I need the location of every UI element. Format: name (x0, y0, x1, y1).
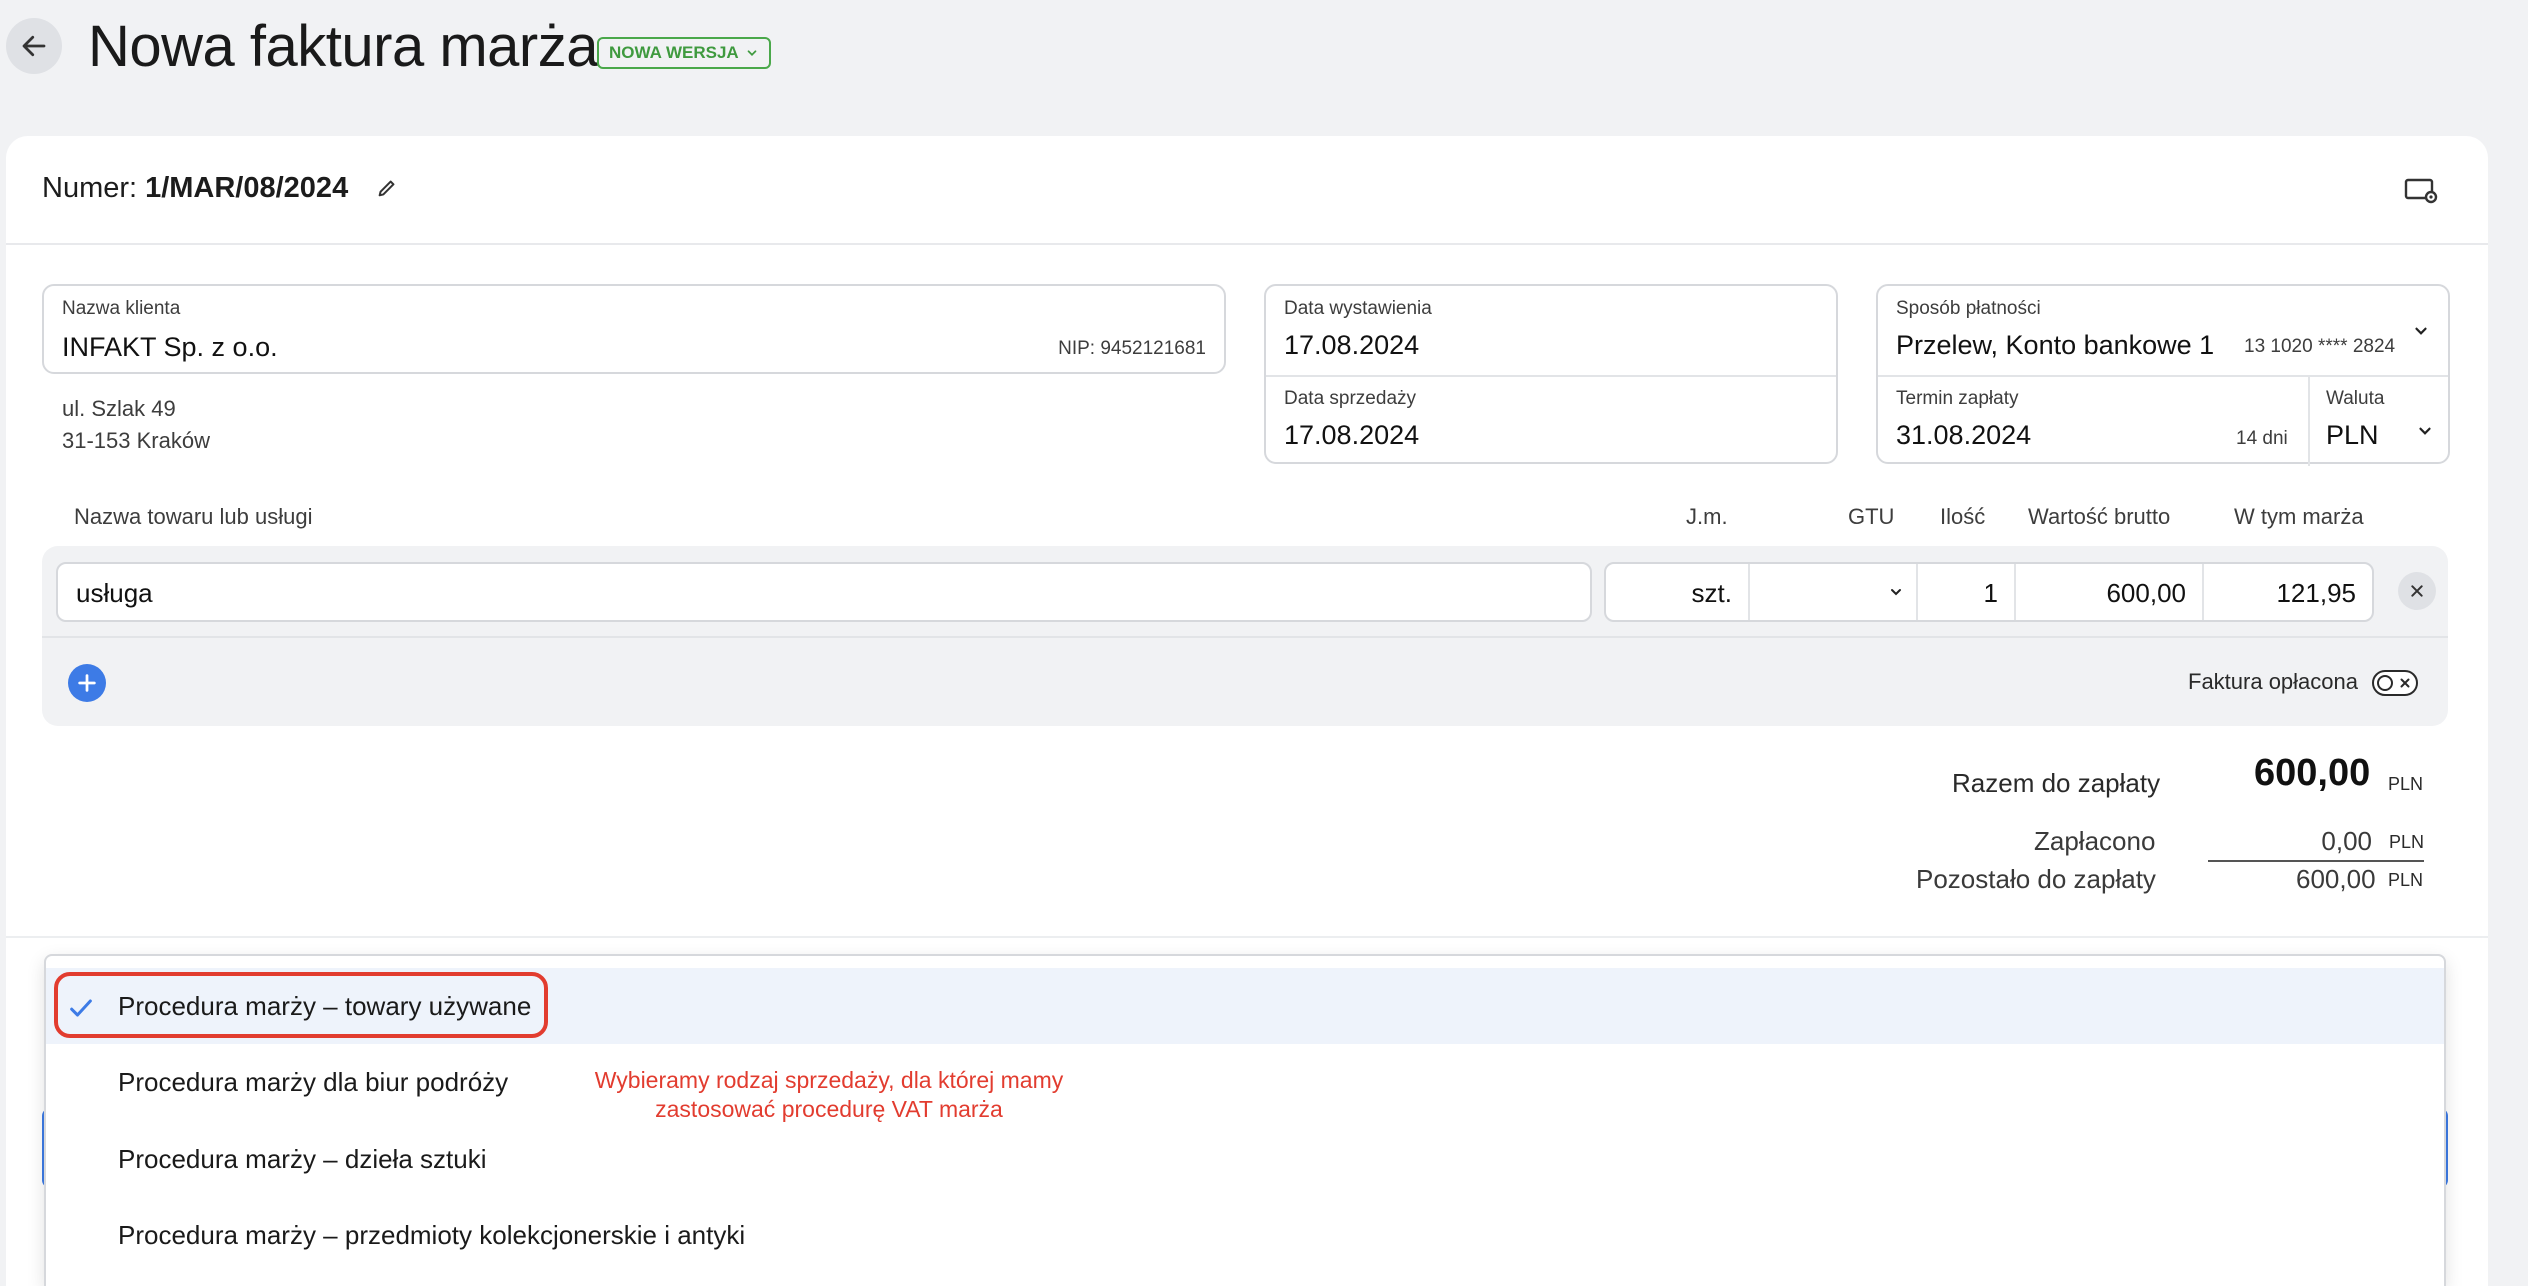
due-date-value: 31.08.2024 (1896, 420, 2032, 450)
annotation-text: Wybieramy rodzaj sprzedaży, dla której m… (514, 1066, 1144, 1124)
col-header-qty: Ilość (1940, 504, 1986, 529)
issue-date-value: 17.08.2024 (1284, 330, 1420, 360)
version-badge-label: NOWA WERSJA (609, 43, 739, 62)
paid-value: 0,00 (2321, 826, 2372, 856)
page-title: Nowa faktura marża (88, 14, 598, 79)
item-gross-input[interactable]: 600,00 (2016, 564, 2202, 620)
payment-method-select[interactable]: Sposób płatności Przelew, Konto bankowe … (1878, 286, 2448, 376)
due-date-field[interactable]: Termin zapłaty 31.08.2024 14 dni (1878, 376, 2308, 466)
items-divider (42, 636, 2448, 638)
sale-date-label: Data sprzedaży (1284, 388, 1417, 409)
col-header-unit: J.m. (1686, 504, 1728, 529)
plus-icon (78, 674, 96, 692)
annotation-line2: zastosować procedurę VAT marża (655, 1096, 1003, 1122)
item-qty-value: 1 (1983, 578, 1998, 608)
remove-item-button[interactable] (2398, 572, 2436, 610)
currency-label: Waluta (2326, 388, 2385, 409)
header-divider (6, 243, 2488, 245)
highlight-outline (54, 972, 548, 1038)
remaining-currency: PLN (2388, 870, 2424, 890)
view-settings-button[interactable] (2404, 176, 2440, 213)
due-date-label: Termin zapłaty (1896, 388, 2019, 409)
bank-account: 13 1020 **** 2824 (2244, 336, 2396, 357)
sale-date-field[interactable]: Data sprzedaży 17.08.2024 (1266, 376, 1836, 466)
client-field[interactable]: Nazwa klienta INFAKT Sp. z o.o. NIP: 945… (42, 284, 1226, 374)
paid-toggle-label: Faktura opłacona (2188, 669, 2358, 694)
dates-box: Data wystawienia 17.08.2024 Data sprzeda… (1264, 284, 1838, 464)
procedure-option-label: Procedura marży dla biur podróży (118, 1066, 509, 1097)
toggle-knob (2377, 675, 2393, 691)
remaining-value: 600,00 (2296, 864, 2376, 894)
payment-box: Sposób płatności Przelew, Konto bankowe … (1876, 284, 2450, 466)
item-unit-input[interactable]: szt. (1606, 564, 1748, 620)
payment-method-value: Przelew, Konto bankowe 1 (1896, 330, 2215, 360)
client-address-line2: 31-153 Kraków (62, 428, 210, 453)
item-gross-value: 600,00 (2106, 578, 2186, 608)
procedure-option-label: Procedura marży – przedmioty kolekcjoner… (118, 1219, 746, 1250)
chevron-down-icon (1891, 589, 1901, 596)
client-label: Nazwa klienta (62, 298, 181, 319)
remaining-label: Pozostało do zapłaty (1916, 864, 2156, 894)
col-header-name: Nazwa towaru lub usługi (74, 504, 313, 529)
client-nip: NIP: 9452121681 (1058, 338, 1206, 359)
item-values-group: szt. 1 600,00 121,95 (1604, 562, 2374, 622)
item-margin-input[interactable]: 121,95 (2204, 564, 2372, 620)
close-icon (2400, 678, 2410, 688)
currency-value: PLN (2326, 420, 2379, 450)
client-name: INFAKT Sp. z o.o. (62, 332, 278, 362)
invoice-number-row: Numer: 1/MAR/08/2024 (42, 168, 398, 208)
item-gtu-select[interactable] (1750, 564, 1916, 620)
sale-date-value: 17.08.2024 (1284, 420, 1420, 450)
paid-currency: PLN (2388, 832, 2424, 852)
close-icon (2411, 585, 2423, 597)
item-margin-value: 121,95 (2276, 578, 2356, 608)
total-label: Razem do zapłaty (1952, 768, 2161, 798)
display-settings-icon (2404, 178, 2438, 204)
chevron-down-icon (2415, 327, 2427, 335)
item-unit-value: szt. (1691, 578, 1732, 608)
arrow-left-icon (22, 35, 46, 57)
item-name-value: usługa (76, 578, 153, 608)
due-days: 14 dni (2236, 428, 2288, 449)
paid-label: Zapłacono (2034, 826, 2156, 856)
chevron-down-icon (2419, 427, 2431, 435)
version-badge[interactable]: NOWA WERSJA (597, 37, 771, 69)
col-header-gross: Wartość brutto (2028, 504, 2171, 529)
procedure-option-label: Procedura marży – dzieła sztuki (118, 1143, 487, 1174)
client-address-line1: ul. Szlak 49 (62, 396, 176, 421)
total-currency: PLN (2388, 774, 2424, 794)
item-qty-input[interactable]: 1 (1918, 564, 2014, 620)
edit-number-button[interactable] (376, 177, 398, 199)
paid-amount-input[interactable]: 0,00 PLN (2208, 824, 2424, 862)
currency-select[interactable]: Waluta PLN (2310, 376, 2450, 466)
add-item-button[interactable] (68, 664, 106, 702)
col-header-gtu: GTU (1848, 504, 1895, 529)
back-button[interactable] (6, 18, 62, 74)
total-value: 600,00 (2254, 752, 2371, 794)
annotation-line1: Wybieramy rodzaj sprzedaży, dla której m… (594, 1067, 1064, 1093)
col-header-margin: W tym marża (2234, 504, 2364, 529)
item-name-input[interactable]: usługa (56, 562, 1592, 622)
paid-toggle[interactable] (2372, 670, 2418, 696)
chevron-down-icon (747, 50, 757, 56)
invoice-number-value: 1/MAR/08/2024 (145, 172, 349, 204)
section-divider (6, 936, 2488, 938)
pencil-icon (378, 180, 395, 197)
payment-method-label: Sposób płatności (1896, 298, 2041, 319)
invoice-number-label: Numer: (42, 172, 138, 204)
procedure-option-collectibles[interactable]: Procedura marży – przedmioty kolekcjoner… (46, 1197, 2444, 1273)
issue-date-field[interactable]: Data wystawienia 17.08.2024 (1266, 286, 1836, 376)
procedure-option-art[interactable]: Procedura marży – dzieła sztuki (46, 1121, 2444, 1197)
procedure-option-travel[interactable]: Procedura marży dla biur podróży (46, 1044, 2444, 1120)
issue-date-label: Data wystawienia (1284, 298, 1432, 319)
